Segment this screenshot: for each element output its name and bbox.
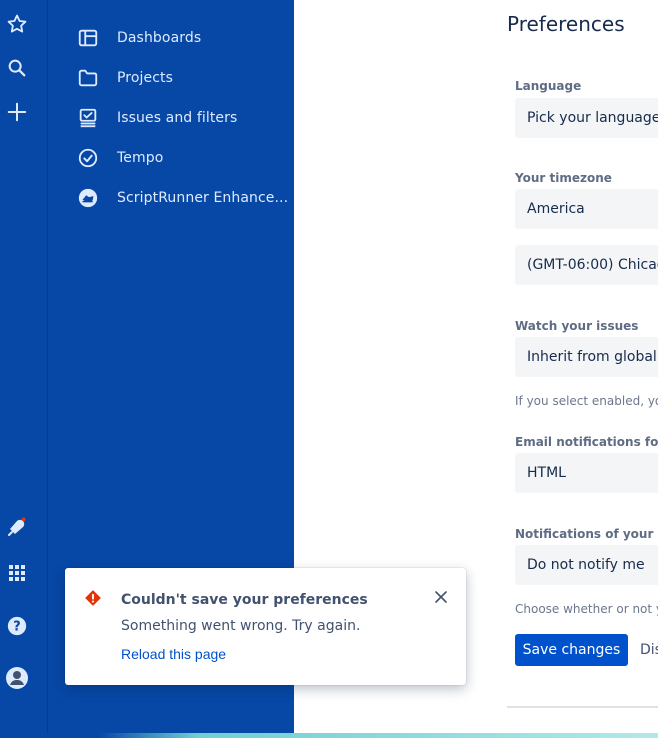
profile-icon[interactable] xyxy=(4,665,30,691)
sidebar-item-dashboards[interactable]: Dashboards xyxy=(76,26,201,50)
sidebar-item-tempo[interactable]: Tempo xyxy=(76,146,163,170)
sidebar-item-label: Projects xyxy=(117,70,173,86)
error-flag: Couldn't save your preferences Something… xyxy=(65,568,466,685)
issues-icon xyxy=(76,106,100,130)
folder-icon xyxy=(76,66,100,90)
watch-issues-select[interactable]: Inherit from global se xyxy=(515,337,658,377)
sidebar-item-label: Tempo xyxy=(117,150,164,166)
page-title: Preferences xyxy=(507,12,625,36)
watch-issues-label: Watch your issues xyxy=(515,319,639,333)
tempo-icon xyxy=(76,146,100,170)
global-navigation: ? xyxy=(0,0,48,738)
email-format-label: Email notifications format xyxy=(515,435,658,449)
language-select[interactable]: Pick your language xyxy=(515,98,658,138)
star-icon[interactable] xyxy=(4,11,30,37)
search-icon[interactable] xyxy=(4,55,30,81)
sidebar-item-scriptrunner[interactable]: ScriptRunner Enhance... xyxy=(76,186,288,210)
plus-icon[interactable] xyxy=(4,99,30,125)
own-changes-select[interactable]: Do not notify me xyxy=(515,545,658,585)
sidebar-item-projects[interactable]: Projects xyxy=(76,66,173,90)
close-icon[interactable] xyxy=(431,587,451,607)
timezone-region-select[interactable]: America xyxy=(515,189,658,229)
save-changes-button[interactable]: Save changes xyxy=(515,634,628,666)
scriptrunner-icon xyxy=(76,186,100,210)
own-changes-helper: Choose whether or not you xyxy=(515,602,658,616)
discard-button[interactable]: Dis xyxy=(640,634,658,666)
divider xyxy=(507,706,658,708)
error-icon xyxy=(85,590,101,606)
app-switcher-icon[interactable] xyxy=(4,560,30,586)
watch-issues-helper: If you select enabled, you w xyxy=(515,394,658,408)
reload-page-link[interactable]: Reload this page xyxy=(121,646,226,662)
svg-text:?: ? xyxy=(13,620,20,635)
sidebar-item-label: Issues and filters xyxy=(117,110,238,126)
sidebar-item-label: Dashboards xyxy=(117,30,202,46)
dashboard-icon xyxy=(76,26,100,50)
language-label: Language xyxy=(515,79,582,93)
bottom-strip xyxy=(0,733,658,738)
sidebar-item-issues-and-filters[interactable]: Issues and filters xyxy=(76,106,237,130)
help-icon[interactable]: ? xyxy=(4,613,30,639)
flag-description: Something went wrong. Try again. xyxy=(121,618,361,634)
email-format-select[interactable]: HTML xyxy=(515,453,658,493)
notification-icon[interactable] xyxy=(4,514,30,540)
timezone-zone-select[interactable]: (GMT-06:00) Chicago xyxy=(515,245,658,285)
own-changes-label: Notifications of your chang xyxy=(515,527,658,541)
timezone-label: Your timezone xyxy=(515,171,612,185)
sidebar-item-label: ScriptRunner Enhance... xyxy=(117,190,289,206)
flag-title: Couldn't save your preferences xyxy=(121,592,368,608)
